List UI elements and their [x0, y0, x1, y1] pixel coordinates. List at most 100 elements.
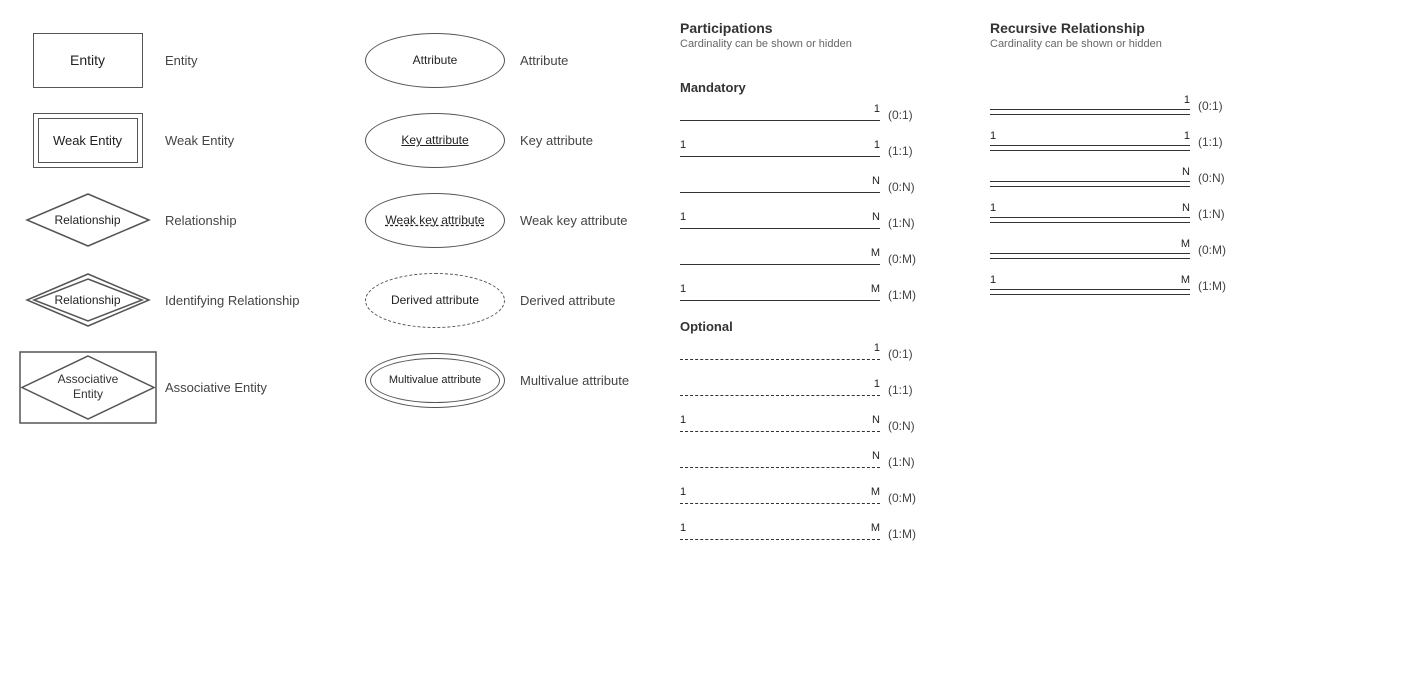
mandatory-row-0: 1 (0:1) [680, 101, 970, 129]
recursive-line-5: 1 M [990, 272, 1190, 300]
svg-text:Associative: Associative [57, 372, 118, 386]
key-attribute-text-label: Key attribute [520, 133, 670, 148]
participations-panel: Participations Cardinality can be shown … [670, 20, 970, 556]
derived-attribute-ellipse: Derived attribute [365, 273, 505, 328]
optional-row-2: 1 N (0:N) [680, 412, 970, 440]
svg-text:Entity: Entity [72, 387, 102, 401]
identifying-relationship-diamond: Relationship [23, 270, 153, 330]
multivalue-attribute-shape-container: Multivalue attribute [350, 353, 520, 408]
identifying-relationship-text-label: Identifying Relationship [165, 293, 315, 308]
weak-entity-box-label: Weak Entity [53, 133, 122, 148]
key-attribute-row: Key attribute Key attribute [350, 100, 670, 180]
weak-key-attribute-shape-label: Weak key attribute [385, 213, 484, 227]
recursive-row-4: M (0:M) [990, 236, 1290, 264]
optional-label: Optional [680, 319, 970, 334]
relationship-row: Relationship Relationship [10, 180, 350, 260]
mandatory-row-4: M (0:M) [680, 245, 970, 273]
mandatory-row-3: 1 N (1:N) [680, 209, 970, 237]
attribute-row: Attribute Attribute [350, 20, 670, 100]
entity-shape-container: Entity [10, 33, 165, 88]
mandatory-line-5: 1 M [680, 281, 880, 309]
recursive-row-0: 1 (0:1) [990, 92, 1290, 120]
optional-line-3: N [680, 448, 880, 476]
optional-row-0: 1 (0:1) [680, 340, 970, 368]
relationship-text-label: Relationship [165, 213, 315, 228]
weak-entity-row: Weak Entity Weak Entity [10, 100, 350, 180]
weak-key-attribute-text-label: Weak key attribute [520, 213, 670, 228]
entity-row: Entity Entity [10, 20, 350, 100]
entity-box: Entity [33, 33, 143, 88]
mandatory-line-0: 1 [680, 101, 880, 129]
entity-text-label: Entity [165, 53, 315, 68]
mandatory-line-1: 1 1 [680, 137, 880, 165]
optional-line-5: 1 M [680, 520, 880, 548]
multivalue-attribute-text-label: Multivalue attribute [520, 373, 670, 388]
identifying-diamond-label: Relationship [54, 293, 120, 307]
derived-attribute-shape-label: Derived attribute [391, 293, 479, 307]
mandatory-label: Mandatory [680, 80, 970, 95]
optional-row-5: 1 M (1:M) [680, 520, 970, 548]
entity-box-label: Entity [70, 52, 105, 68]
recursive-panel: Recursive Relationship Cardinality can b… [970, 20, 1290, 556]
optional-row-4: 1 M (0:M) [680, 484, 970, 512]
recursive-row-2: N (0:N) [990, 164, 1290, 192]
weak-key-attribute-row: Weak key attribute Weak key attribute [350, 180, 670, 260]
derived-attribute-shape-container: Derived attribute [350, 273, 520, 328]
recursive-line-4: M [990, 236, 1190, 264]
weak-entity-box: Weak Entity [33, 113, 143, 168]
optional-line-4: 1 M [680, 484, 880, 512]
page: Entity Entity Weak Entity Weak Entity [0, 0, 1413, 576]
attribute-ellipse: Attribute [365, 33, 505, 88]
recursive-subtitle: Cardinality can be shown or hidden [990, 38, 1162, 50]
weak-entity-shape-container: Weak Entity [10, 113, 165, 168]
attribute-text-label: Attribute [520, 53, 670, 68]
shapes-panel: Entity Entity Weak Entity Weak Entity [10, 20, 350, 556]
recursive-row-3: 1 N (1:N) [990, 200, 1290, 228]
identifying-relationship-shape-container: Relationship [10, 270, 165, 330]
multivalue-attribute-row: Multivalue attribute Multivalue attribut… [350, 340, 670, 420]
relationship-shape-container: Relationship [10, 190, 165, 250]
recursive-header: Recursive Relationship Cardinality can b… [990, 20, 1290, 70]
optional-row-1: 1 (1:1) [680, 376, 970, 404]
recursive-line-0: 1 [990, 92, 1190, 120]
relationship-diamond: Relationship [23, 190, 153, 250]
relationship-diamond-label: Relationship [54, 213, 120, 227]
associative-entity-shape: Associative Entity [18, 350, 158, 425]
derived-attribute-row: Derived attribute Derived attribute [350, 260, 670, 340]
participations-subtitle: Cardinality can be shown or hidden [680, 38, 852, 50]
mandatory-line-3: 1 N [680, 209, 880, 237]
mandatory-row-1: 1 1 (1:1) [680, 137, 970, 165]
attribute-shape-label: Attribute [413, 53, 458, 67]
recursive-line-3: 1 N [990, 200, 1190, 228]
attributes-panel: Attribute Attribute Key attribute Key at… [350, 20, 670, 556]
associative-entity-row: Associative Entity Associative Entity [10, 340, 350, 435]
attribute-shape-container: Attribute [350, 33, 520, 88]
mandatory-row-2: N (0:N) [680, 173, 970, 201]
key-attribute-shape-label: Key attribute [401, 133, 468, 147]
optional-row-3: N (1:N) [680, 448, 970, 476]
recursive-line-1: 1 1 [990, 128, 1190, 156]
derived-attribute-text-label: Derived attribute [520, 293, 670, 308]
recursive-row-1: 1 1 (1:1) [990, 128, 1290, 156]
mandatory-line-4: M [680, 245, 880, 273]
multivalue-attribute-shape-label: Multivalue attribute [389, 374, 481, 386]
recursive-title: Recursive Relationship [990, 20, 1162, 36]
participations-title: Participations [680, 20, 852, 36]
weak-entity-text-label: Weak Entity [165, 133, 315, 148]
recursive-line-2: N [990, 164, 1190, 192]
weak-key-attribute-ellipse: Weak key attribute [365, 193, 505, 248]
mandatory-row-5: 1 M (1:M) [680, 281, 970, 309]
key-attribute-ellipse: Key attribute [365, 113, 505, 168]
weak-key-attribute-shape-container: Weak key attribute [350, 193, 520, 248]
identifying-relationship-row: Relationship Identifying Relationship [10, 260, 350, 340]
key-attribute-shape-container: Key attribute [350, 113, 520, 168]
multivalue-attribute-ellipse: Multivalue attribute [365, 353, 505, 408]
associative-entity-text-label: Associative Entity [165, 380, 315, 395]
mandatory-line-2: N [680, 173, 880, 201]
optional-line-1: 1 [680, 376, 880, 404]
associative-entity-svg: Associative Entity [18, 350, 158, 425]
recursive-row-5: 1 M (1:M) [990, 272, 1290, 300]
participations-header: Participations Cardinality can be shown … [680, 20, 970, 70]
optional-line-0: 1 [680, 340, 880, 368]
associative-entity-shape-container: Associative Entity [10, 350, 165, 425]
